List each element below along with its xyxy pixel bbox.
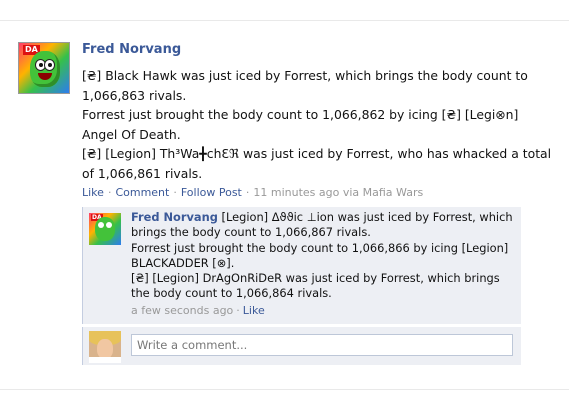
comment-line: Fred Norvang [Legion] Δϑϑic ⊥ion was jus… [131, 210, 516, 241]
write-comment-row: Write a comment... [82, 327, 521, 365]
comment-line: [₴] [Legion] DrAgOnRiDeR was just iced b… [131, 271, 500, 301]
post-line: [₴] [Legion] Th³Wa╋chƐℜ was just iced by… [82, 146, 552, 181]
post-line: [₴] Black Hawk was just iced by Forrest,… [82, 68, 528, 103]
post-line: Forrest just brought the body count to 1… [82, 107, 519, 142]
separator: · [173, 186, 177, 199]
write-comment-input[interactable]: Write a comment... [131, 334, 513, 356]
post-actions: Like · Comment · Follow Post · 11 minutes ago … [82, 186, 423, 199]
comment-line: Forrest just brought the body count to 1… [131, 240, 509, 270]
gummy-bear-image [30, 51, 60, 87]
separator: · [107, 186, 112, 199]
post-timestamp: 11 minutes ago via Mafia Wars [253, 186, 424, 199]
comment-item: DA Fred Norvang [Legion] Δϑϑic ⊥ion was … [82, 207, 521, 324]
top-divider [0, 20, 569, 21]
comment-author-name[interactable]: Fred Norvang [131, 210, 218, 224]
gummy-bear-image [95, 217, 115, 241]
follow-post-link[interactable]: Follow Post [181, 186, 242, 199]
post-author-name[interactable]: Fred Norvang [82, 42, 181, 57]
comment-body: Fred Norvang [Legion] Δϑϑic ⊥ion was jus… [131, 210, 516, 318]
comment-meta: a few seconds ago · Like [131, 303, 516, 318]
comment-timestamp: a few seconds ago [131, 303, 234, 317]
post-message: [₴] Black Hawk was just iced by Forrest,… [82, 66, 552, 183]
comment-link[interactable]: Comment [115, 186, 169, 199]
bottom-divider [0, 389, 569, 390]
comment-author-avatar[interactable]: DA [89, 213, 121, 245]
comment-like-link[interactable]: Like [243, 304, 265, 317]
separator: · [236, 303, 240, 317]
post-author-avatar[interactable]: DA [18, 42, 70, 94]
separator: · [245, 186, 250, 199]
current-user-avatar [89, 331, 121, 363]
like-link[interactable]: Like [82, 186, 104, 199]
